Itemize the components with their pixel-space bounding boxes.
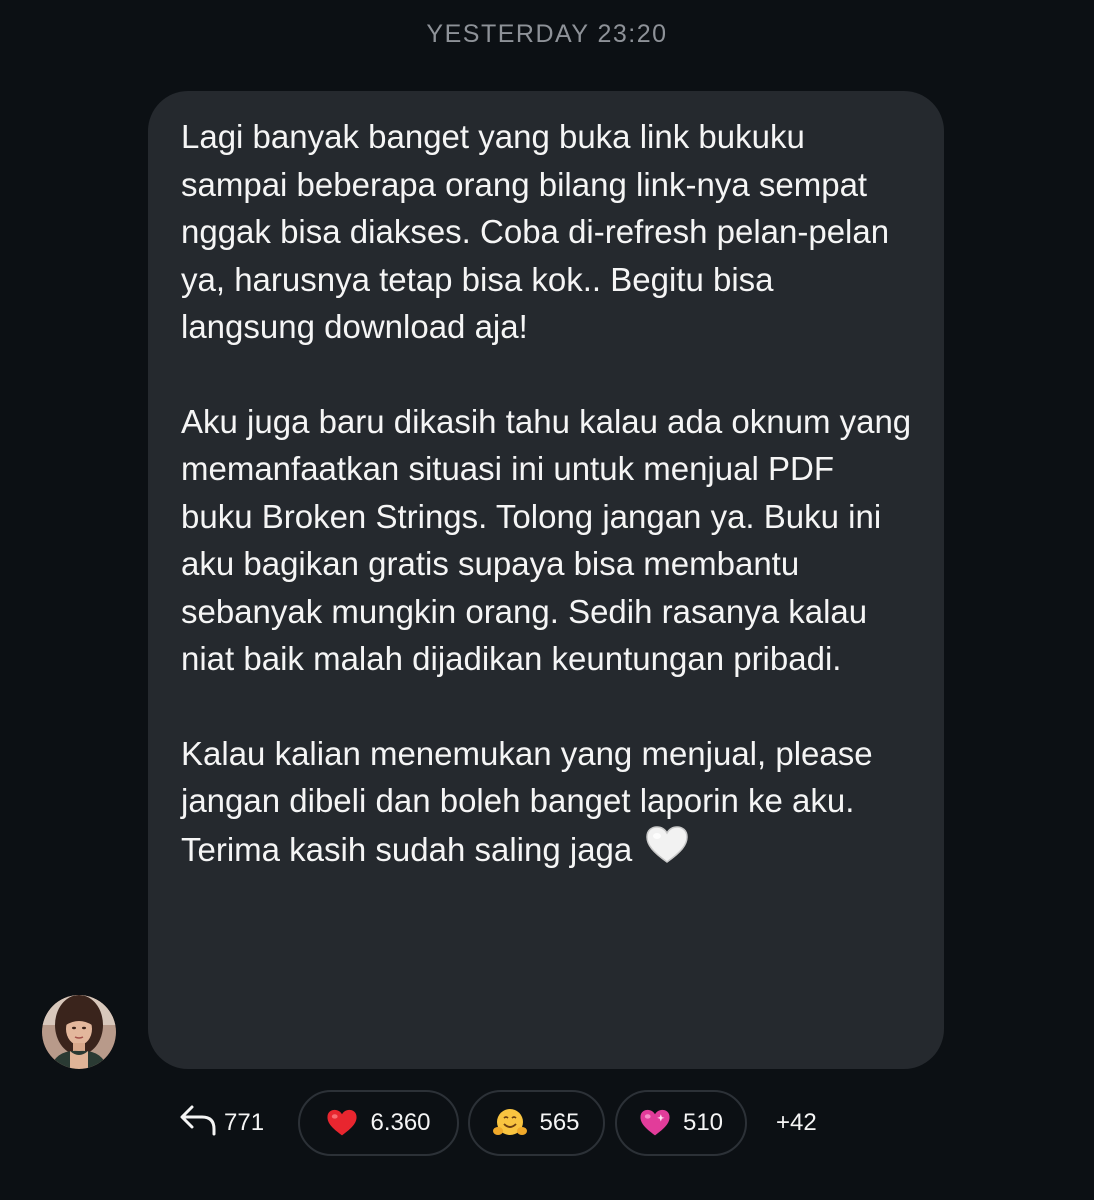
message-paragraph: Aku juga baru dikasih tahu kalau ada okn… xyxy=(181,402,912,678)
reaction-count: 6.360 xyxy=(370,1109,431,1136)
hugging-face-icon xyxy=(493,1107,528,1139)
reaction-count: 510 xyxy=(682,1109,724,1136)
white-heart-icon xyxy=(645,825,689,878)
reply-arrow-icon xyxy=(178,1103,218,1144)
reply-button[interactable]: 771 xyxy=(178,1098,264,1148)
message-bubble[interactable]: Lagi banyak banget yang buka link bukuku… xyxy=(148,91,944,1069)
message-timestamp: YESTERDAY 23:20 xyxy=(426,20,668,48)
reaction-sparkling-heart[interactable]: 510 xyxy=(615,1090,747,1156)
dm-thread: YESTERDAY 23:20 Lagi banyak banget yang … xyxy=(0,0,1094,1200)
more-reactions-button[interactable]: +42 xyxy=(776,1109,817,1137)
reaction-red-heart[interactable]: 6.360 xyxy=(298,1090,459,1156)
message-paragraph-text: Kalau kalian menemukan yang menjual, ple… xyxy=(181,734,873,868)
sender-avatar[interactable] xyxy=(42,995,116,1069)
message-paragraph-last: Kalau kalian menemukan yang menjual, ple… xyxy=(181,730,914,878)
reaction-hugging-face[interactable]: 565 xyxy=(468,1090,605,1156)
sparkling-heart-icon xyxy=(639,1108,671,1138)
red-heart-icon xyxy=(326,1108,358,1138)
reply-count: 771 xyxy=(224,1109,265,1136)
reaction-bar: 771 6.360 565 510 +42 xyxy=(0,1090,1094,1156)
message-paragraph: Lagi banyak banget yang buka link bukuku… xyxy=(181,118,890,345)
reaction-count: 565 xyxy=(539,1109,580,1136)
